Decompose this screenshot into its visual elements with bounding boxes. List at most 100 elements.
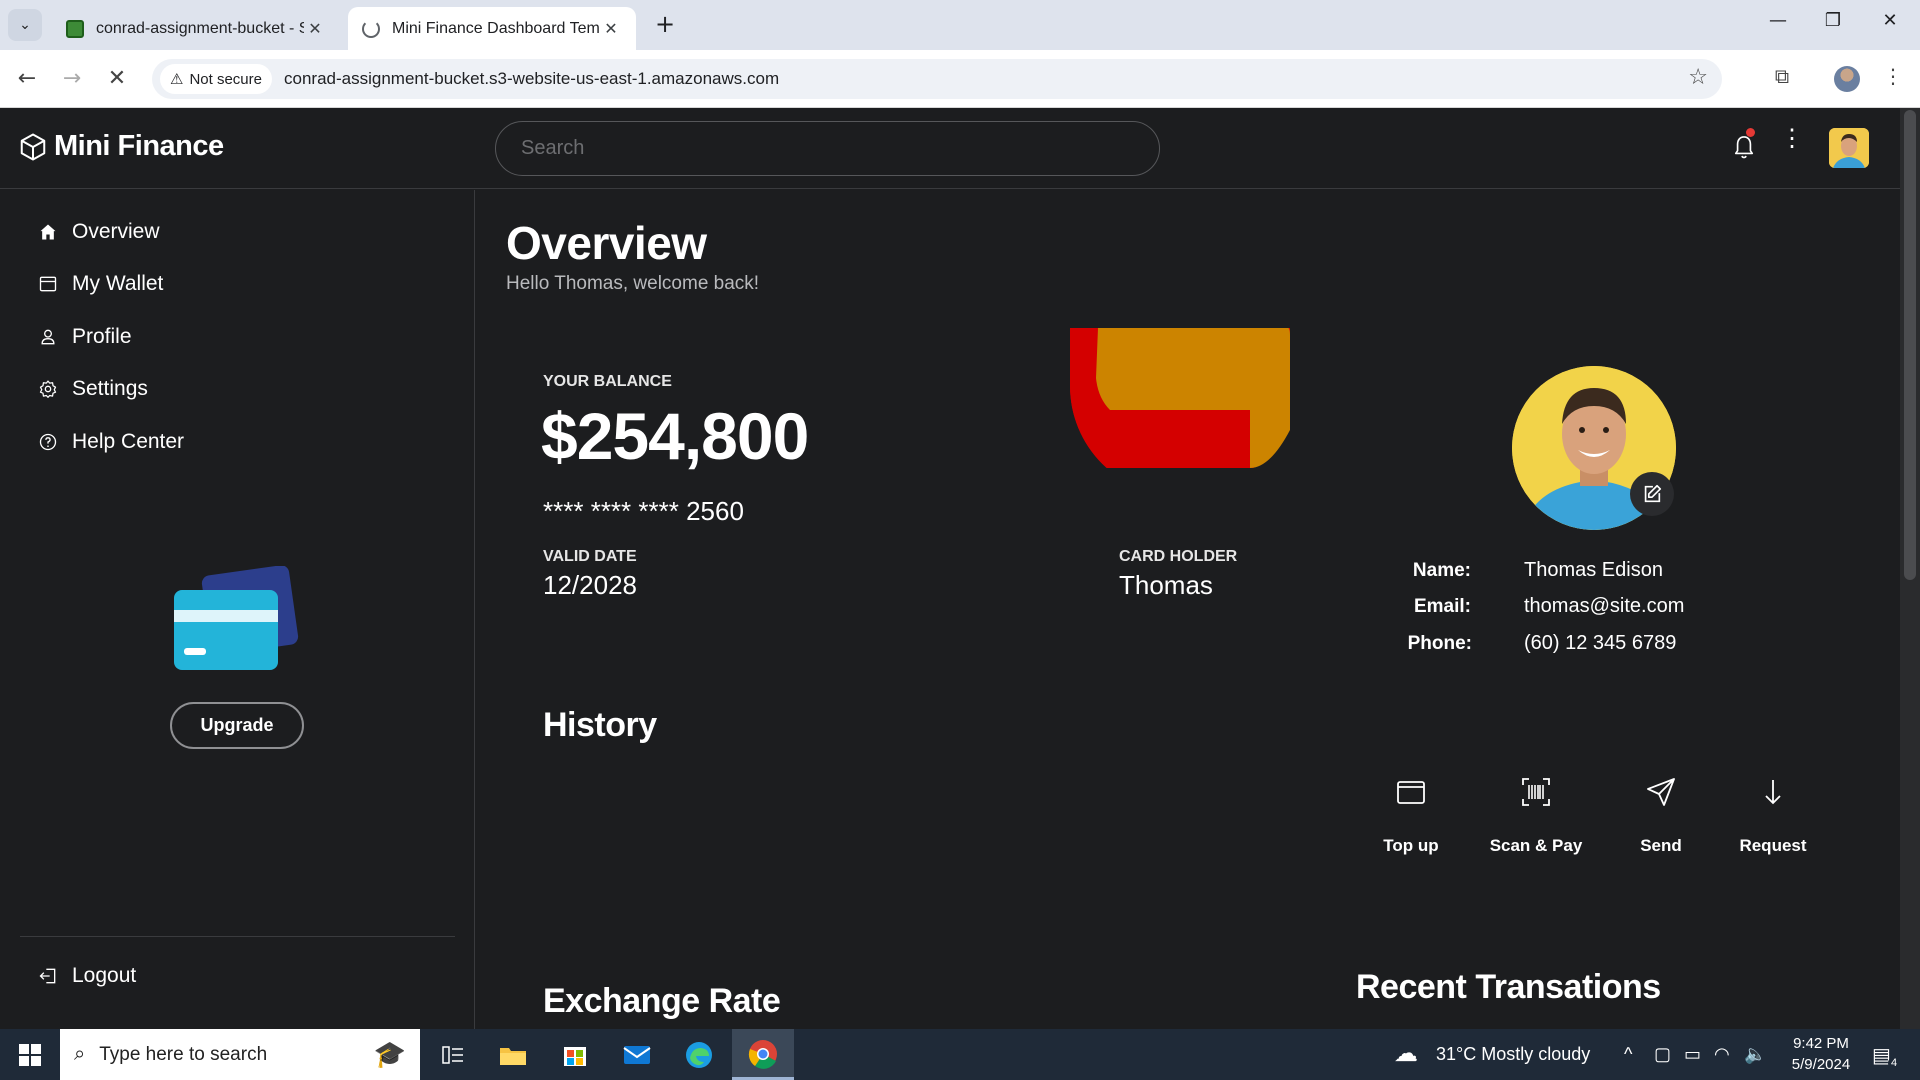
valid-date-label: VALID DATE bbox=[543, 548, 637, 565]
sidebar-item-help-center[interactable]: Help Center bbox=[38, 430, 184, 454]
chrome-taskbar-button-active[interactable] bbox=[732, 1029, 794, 1080]
browser-tab-bar: ⌄ conrad-assignment-bucket - S3 ✕ Mini F… bbox=[0, 0, 1920, 50]
show-hidden-icons-icon[interactable]: ^ bbox=[1624, 1044, 1632, 1065]
avatar-portrait-icon bbox=[1829, 128, 1869, 168]
site-security-chip[interactable]: ⚠ Not secure bbox=[160, 64, 272, 94]
microsoft-store-icon[interactable] bbox=[558, 1038, 592, 1072]
email-value: thomas@site.com bbox=[1524, 595, 1685, 617]
send-button[interactable]: Send bbox=[1606, 776, 1716, 856]
wifi-icon[interactable]: ◠ bbox=[1714, 1044, 1730, 1065]
windows-start-icon[interactable] bbox=[18, 1043, 42, 1067]
stop-loading-button[interactable]: ✕ bbox=[102, 64, 132, 94]
welcome-subtitle: Hello Thomas, welcome back! bbox=[506, 273, 760, 294]
notification-bell-icon[interactable] bbox=[1733, 134, 1755, 160]
upgrade-button[interactable]: Upgrade bbox=[170, 702, 304, 749]
browser-toolbar: ← → ✕ ⚠ Not secure conrad-assignment-buc… bbox=[0, 50, 1920, 108]
sidebar-divider bbox=[20, 936, 455, 937]
security-label: Not secure bbox=[189, 70, 262, 88]
page-scrollbar[interactable] bbox=[1900, 108, 1920, 1029]
volume-icon[interactable]: 🔈 bbox=[1744, 1044, 1766, 1065]
edit-profile-button[interactable] bbox=[1630, 472, 1674, 516]
user-icon bbox=[41, 329, 55, 345]
logout-icon bbox=[39, 968, 56, 984]
clock-time[interactable]: 9:42 PM bbox=[1786, 1035, 1856, 1052]
scan-and-pay-button[interactable]: Scan & Pay bbox=[1481, 776, 1591, 856]
extensions-icon[interactable]: ⧉ bbox=[1767, 64, 1797, 88]
minimize-window-button[interactable]: — bbox=[1758, 10, 1798, 31]
taskbar-search-box[interactable]: ⌕ Type here to search 🎓 bbox=[60, 1029, 420, 1080]
close-window-button[interactable]: ✕ bbox=[1870, 10, 1910, 31]
logout-button[interactable]: Logout bbox=[38, 964, 136, 988]
file-explorer-icon[interactable] bbox=[496, 1038, 530, 1072]
sidebar-item-profile[interactable]: Profile bbox=[38, 325, 132, 349]
brand-name: Mini Finance bbox=[54, 130, 224, 162]
phone-value: (60) 12 345 6789 bbox=[1524, 632, 1677, 654]
page-title: Overview bbox=[506, 217, 707, 269]
edit-icon bbox=[1644, 484, 1662, 503]
sidebar-item-label: My Wallet bbox=[72, 272, 164, 295]
scrollbar-thumb[interactable] bbox=[1904, 110, 1916, 580]
phone-label: Phone: bbox=[1407, 633, 1472, 654]
help-icon bbox=[39, 433, 57, 451]
back-button[interactable]: ← bbox=[12, 64, 42, 94]
sidebar-item-my-wallet[interactable]: My Wallet bbox=[38, 272, 163, 296]
bookmark-star-icon[interactable]: ☆ bbox=[1688, 65, 1708, 90]
battery-icon[interactable]: ▭ bbox=[1684, 1044, 1701, 1065]
browser-tab-s3[interactable]: conrad-assignment-bucket - S3 ✕ bbox=[52, 7, 340, 50]
card-holder-label: CARD HOLDER bbox=[1119, 548, 1238, 565]
taskbar-search-placeholder: Type here to search bbox=[99, 1043, 268, 1065]
new-tab-button[interactable]: + bbox=[650, 10, 680, 38]
sidebar-item-label: Help Center bbox=[72, 430, 185, 453]
valid-date-value: 12/2028 bbox=[543, 570, 637, 600]
address-bar[interactable]: ⚠ Not secure conrad-assignment-bucket.s3… bbox=[152, 59, 1722, 99]
forward-button[interactable]: → bbox=[57, 64, 87, 94]
balance-value: $254,800 bbox=[541, 399, 809, 473]
close-tab-icon[interactable]: ✕ bbox=[600, 19, 622, 38]
brand-logo[interactable]: Mini Finance bbox=[18, 130, 224, 163]
tab-title: conrad-assignment-bucket - S3 bbox=[96, 19, 304, 37]
search-input[interactable] bbox=[495, 121, 1160, 176]
mail-icon[interactable] bbox=[620, 1038, 654, 1072]
exchange-rate-title: Exchange Rate bbox=[543, 982, 781, 1020]
app-header: Mini Finance ⋮ bbox=[0, 108, 1900, 189]
browser-menu-icon[interactable]: ⋮ bbox=[1878, 64, 1908, 88]
recent-transactions-title: Recent Transations bbox=[1356, 968, 1661, 1006]
sidebar: Overview My Wallet Profile Settings Help… bbox=[0, 190, 475, 1029]
send-icon bbox=[1647, 778, 1675, 806]
name-label: Name: bbox=[1412, 560, 1471, 581]
top-up-button[interactable]: Top up bbox=[1356, 776, 1466, 856]
sidebar-item-overview[interactable]: Overview bbox=[38, 220, 160, 244]
restore-window-button[interactable]: ❐ bbox=[1813, 10, 1853, 31]
mini-finance-app: Mini Finance ⋮ Overview My Wallet bbox=[0, 108, 1900, 1029]
edge-browser-icon[interactable] bbox=[682, 1038, 716, 1072]
url-text[interactable]: conrad-assignment-bucket.s3-website-us-e… bbox=[284, 69, 779, 89]
browser-tab-mini-finance[interactable]: Mini Finance Dashboard Templa ✕ bbox=[348, 7, 636, 50]
cube-icon bbox=[20, 133, 46, 160]
wallet-icon bbox=[1397, 781, 1425, 804]
user-avatar[interactable] bbox=[1829, 128, 1869, 168]
arrow-down-icon bbox=[1765, 780, 1781, 805]
credit-card-illustration bbox=[174, 566, 299, 670]
card-number: **** **** **** 2560 bbox=[543, 496, 744, 526]
warning-icon: ⚠ bbox=[170, 71, 184, 88]
close-tab-icon[interactable]: ✕ bbox=[304, 19, 326, 38]
graduation-cap-icon: 🎓 bbox=[373, 1039, 406, 1069]
s3-favicon-icon bbox=[66, 19, 84, 38]
browser-profile-avatar[interactable] bbox=[1834, 66, 1860, 92]
windows-taskbar: ⌕ Type here to search 🎓 ☁ 31°C Mostly cl… bbox=[0, 1029, 1920, 1080]
clock-date[interactable]: 5/9/2024 bbox=[1778, 1056, 1864, 1073]
weather-text[interactable]: 31°C Mostly cloudy bbox=[1436, 1044, 1590, 1065]
sidebar-item-label: Overview bbox=[72, 220, 160, 243]
sidebar-item-settings[interactable]: Settings bbox=[38, 377, 148, 401]
notification-dot bbox=[1746, 128, 1755, 137]
wallet-icon bbox=[39, 276, 57, 292]
history-title: History bbox=[543, 706, 657, 744]
more-options-icon[interactable]: ⋮ bbox=[1780, 127, 1804, 151]
task-view-icon[interactable] bbox=[436, 1038, 470, 1072]
request-button[interactable]: Request bbox=[1718, 776, 1828, 856]
tab-search-button[interactable]: ⌄ bbox=[8, 9, 42, 41]
card-brand-logo bbox=[1070, 328, 1290, 498]
meet-now-icon[interactable]: ▢ bbox=[1654, 1044, 1671, 1065]
chrome-icon bbox=[748, 1040, 777, 1069]
action-label: Request bbox=[1739, 836, 1807, 855]
